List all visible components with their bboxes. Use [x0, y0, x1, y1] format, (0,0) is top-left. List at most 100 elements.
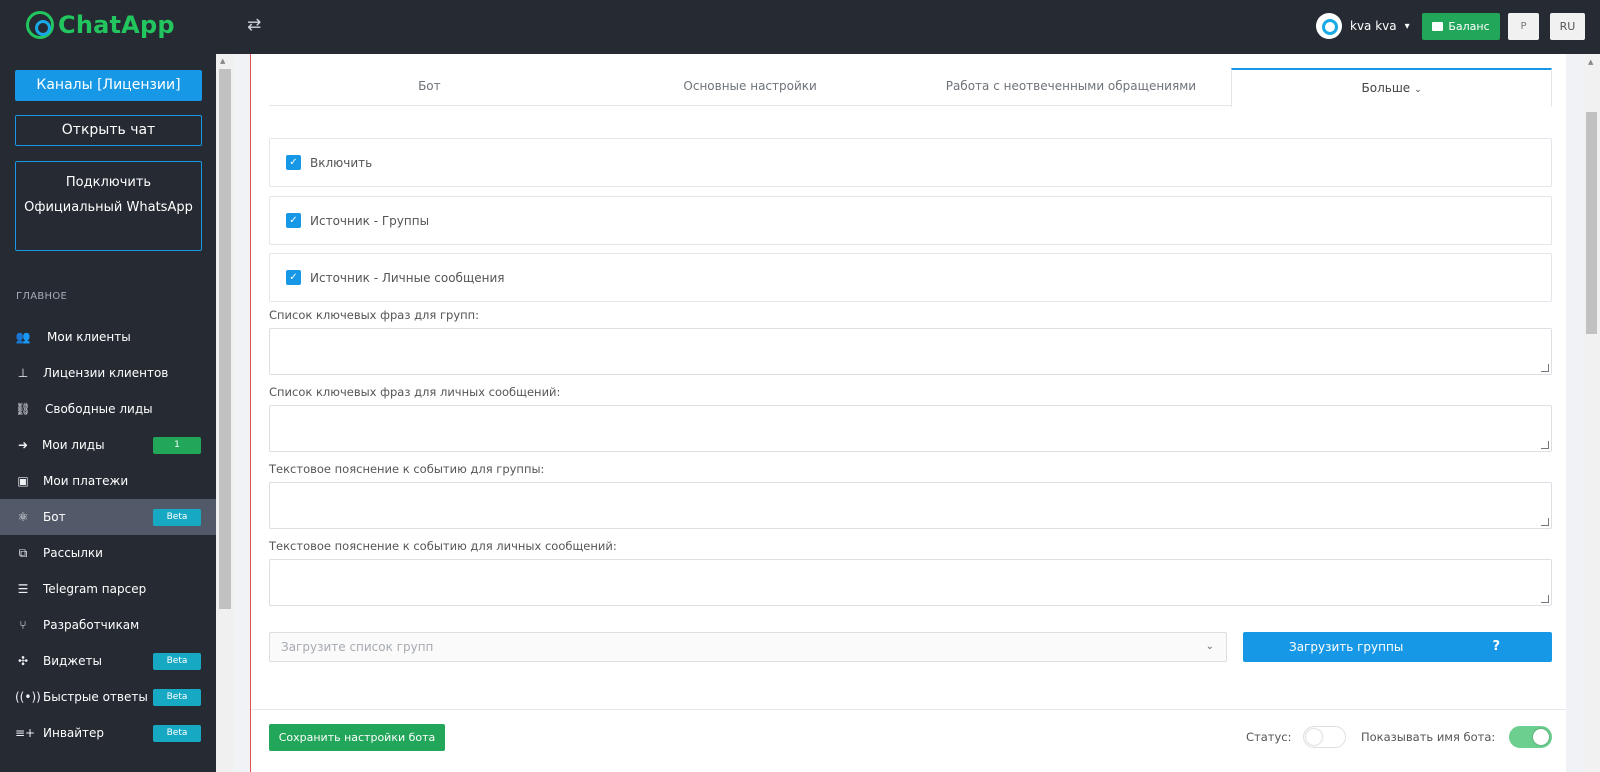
tab-more-label: Больше — [1361, 81, 1411, 95]
scroll-up-arrow-icon[interactable]: ▲ — [220, 57, 225, 65]
top-bar: ChatApp ⇄ kva kva ▾ Баланс P RU — [0, 0, 1600, 54]
page-scrollbar-thumb[interactable] — [1586, 112, 1597, 334]
save-bot-settings-button[interactable]: Сохранить настройки бота — [269, 724, 445, 751]
group-event-text-label: Текстовое пояснение к событию для группы… — [269, 462, 545, 476]
logo-icon — [26, 11, 54, 39]
load-groups-label: Загрузить группы — [1289, 640, 1404, 654]
sign-in-icon: ➜ — [17, 438, 29, 452]
sidebar-item-label: Инвайтер — [43, 726, 105, 740]
fan-icon: ✣ — [17, 654, 29, 668]
logo[interactable]: ChatApp — [26, 11, 175, 39]
sidebar-item-label: Мои клиенты — [47, 330, 131, 344]
users-icon: 👥 — [15, 330, 31, 344]
checkbox-label: Источник - Группы — [310, 213, 430, 228]
tab-main-settings[interactable]: Основные настройки — [590, 68, 911, 106]
chevron-down-icon: ⌄ — [1414, 85, 1422, 95]
checkbox-source-groups[interactable]: ✓ — [286, 213, 301, 228]
checkbox-enable[interactable]: ✓ — [286, 155, 301, 170]
tab-unanswered[interactable]: Работа с неотвеченными обращениями — [911, 68, 1232, 106]
sidebar-item-telegram-parser[interactable]: ☰ Telegram парсер — [0, 571, 216, 607]
beta-badge: Beta — [153, 688, 201, 706]
section-label-main: ГЛАВНОЕ — [16, 291, 68, 302]
sidebar-item-developers[interactable]: ⑂ Разработчикам — [0, 607, 216, 643]
toggle-knob — [1306, 729, 1322, 745]
chevron-down-icon: ▾ — [1404, 20, 1410, 32]
personal-event-text-textarea[interactable] — [269, 559, 1552, 606]
personal-phrases-textarea[interactable] — [269, 405, 1552, 452]
tab-bar: Бот Основные настройки Работа с неотвече… — [269, 68, 1552, 107]
beta-badge: Beta — [153, 724, 201, 742]
signal-icon: ((•)) — [15, 690, 41, 704]
sidebar-item-bot[interactable]: ⚛ Бот Beta — [0, 499, 216, 535]
balance-label: Баланс — [1448, 20, 1490, 33]
bot-settings-panel: Бот Основные настройки Работа с неотвече… — [250, 54, 1566, 772]
group-event-text-textarea[interactable] — [269, 482, 1552, 529]
show-bot-name-label: Показывать имя бота: — [1361, 730, 1496, 744]
count-badge: 1 — [153, 436, 201, 454]
user-menu[interactable]: kva kva ▾ — [1316, 13, 1410, 39]
connect-whatsapp-button[interactable]: Подключить Официальный WhatsApp — [15, 161, 202, 251]
p-button[interactable]: P — [1508, 13, 1539, 40]
panel-footer: Сохранить настройки бота Статус: Показыв… — [251, 709, 1566, 772]
network-icon: ⛓ — [15, 402, 31, 416]
sidebar-item-client-licenses[interactable]: ⊥ Лицензии клиентов — [0, 355, 216, 391]
channels-button[interactable]: Каналы [Лицензии] — [15, 70, 202, 101]
checkbox-source-personal[interactable]: ✓ — [286, 270, 301, 285]
code-branch-icon: ⑂ — [19, 618, 27, 632]
checkbox-label: Включить — [310, 155, 373, 170]
source-personal-checkbox-row[interactable]: ✓ Источник - Личные сообщения — [269, 253, 1552, 302]
sidebar-item-label: Лицензии клиентов — [43, 366, 169, 380]
connect-line-2: Официальный WhatsApp — [24, 200, 193, 215]
tab-more[interactable]: Больше ⌄ — [1231, 68, 1552, 107]
atom-icon: ⚛ — [17, 510, 29, 524]
connect-line-1: Подключить — [65, 175, 152, 190]
status-toggle[interactable] — [1303, 726, 1346, 748]
language-button[interactable]: RU — [1550, 13, 1585, 40]
wallet-icon — [1432, 22, 1444, 31]
load-groups-button[interactable]: Загрузить группы ? — [1243, 632, 1552, 662]
sidebar-item-my-clients[interactable]: 👥 Мои клиенты — [0, 319, 216, 355]
sidebar-item-inviter[interactable]: ≡+ Инвайтер Beta — [0, 715, 216, 751]
store-icon: ▣ — [17, 474, 29, 488]
help-icon[interactable]: ? — [1492, 632, 1500, 662]
sidebar-item-label: Telegram парсер — [43, 582, 147, 596]
sidebar-item-label: Разработчикам — [43, 618, 140, 632]
checkbox-label: Источник - Личные сообщения — [310, 270, 505, 285]
sidebar-item-label: Мои лиды — [42, 438, 105, 452]
sidebar-item-label: Виджеты — [43, 654, 102, 668]
scroll-up-arrow-icon[interactable]: ▲ — [1588, 58, 1593, 66]
group-phrases-label: Список ключевых фраз для групп: — [269, 308, 480, 322]
sidebar-item-my-leads[interactable]: ➜ Мои лиды 1 — [0, 427, 216, 463]
tab-bot[interactable]: Бот — [269, 68, 590, 106]
open-chat-button[interactable]: Открыть чат — [15, 115, 202, 146]
broadcast-icon: ⧉ — [18, 545, 28, 560]
sidebar-item-label: Быстрые ответы — [43, 690, 148, 704]
logo-text: ChatApp — [58, 11, 175, 39]
groups-select-placeholder: Загрузите список групп — [281, 640, 434, 654]
sidebar-item-free-leads[interactable]: ⛓ Свободные лиды — [0, 391, 216, 427]
sidebar-item-widgets[interactable]: ✣ Виджеты Beta — [0, 643, 216, 679]
user-name: kva kva — [1350, 19, 1397, 33]
sidebar-item-label: Мои платежи — [43, 474, 129, 488]
enable-checkbox-row[interactable]: ✓ Включить — [269, 138, 1552, 187]
chevron-down-icon: ⌄ — [1205, 641, 1214, 652]
sidebar-scrollbar-thumb[interactable] — [219, 69, 231, 609]
sidebar-item-label: Свободные лиды — [45, 402, 153, 416]
stamp-icon: ⊥ — [17, 366, 29, 380]
list-plus-icon: ≡+ — [15, 726, 36, 740]
groups-select[interactable]: Загрузите список групп ⌄ — [269, 632, 1227, 662]
sidebar-item-my-payments[interactable]: ▣ Мои платежи — [0, 463, 216, 499]
sidebar-item-mailings[interactable]: ⧉ Рассылки — [0, 535, 216, 571]
balance-button[interactable]: Баланс — [1422, 13, 1500, 40]
sidebar-item-label: Бот — [43, 510, 66, 524]
sidebar: Каналы [Лицензии] Открыть чат Подключить… — [0, 54, 216, 772]
beta-badge: Beta — [153, 652, 201, 670]
show-bot-name-toggle[interactable] — [1509, 726, 1552, 748]
status-label: Статус: — [1246, 730, 1292, 744]
toggle-knob — [1533, 729, 1549, 745]
sidebar-item-label: Рассылки — [43, 546, 103, 560]
swap-icon[interactable]: ⇄ — [247, 15, 261, 35]
group-phrases-textarea[interactable] — [269, 328, 1552, 375]
source-groups-checkbox-row[interactable]: ✓ Источник - Группы — [269, 196, 1552, 245]
sidebar-item-quick-replies[interactable]: ((•)) Быстрые ответы Beta — [0, 679, 216, 715]
